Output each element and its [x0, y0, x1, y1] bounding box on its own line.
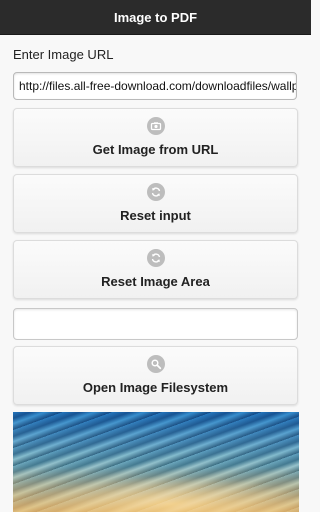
image-preview-overlay — [13, 412, 299, 512]
url-label: Enter Image URL — [13, 47, 114, 62]
app-title-bar: Image to PDF — [0, 0, 311, 35]
get-image-label: Get Image from URL — [92, 142, 219, 157]
app-title: Image to PDF — [113, 9, 198, 25]
reset-input-label: Reset input — [120, 208, 191, 223]
open-filesystem-button[interactable]: Open Image Filesystem — [13, 346, 298, 405]
refresh-icon — [146, 249, 165, 267]
reset-input-button[interactable]: Reset input — [13, 174, 298, 233]
open-filesystem-label: Open Image Filesystem — [82, 380, 229, 395]
search-icon — [146, 355, 165, 373]
file-input[interactable] — [13, 308, 298, 340]
refresh-icon — [146, 183, 165, 201]
get-image-button[interactable]: Get Image from URL — [13, 108, 298, 167]
url-input[interactable]: http://files.all-free-download.com/downl… — [13, 72, 297, 100]
reset-image-area-button[interactable]: Reset Image Area — [13, 240, 298, 299]
reset-image-area-label: Reset Image Area — [101, 274, 210, 289]
camera-icon — [146, 117, 165, 135]
